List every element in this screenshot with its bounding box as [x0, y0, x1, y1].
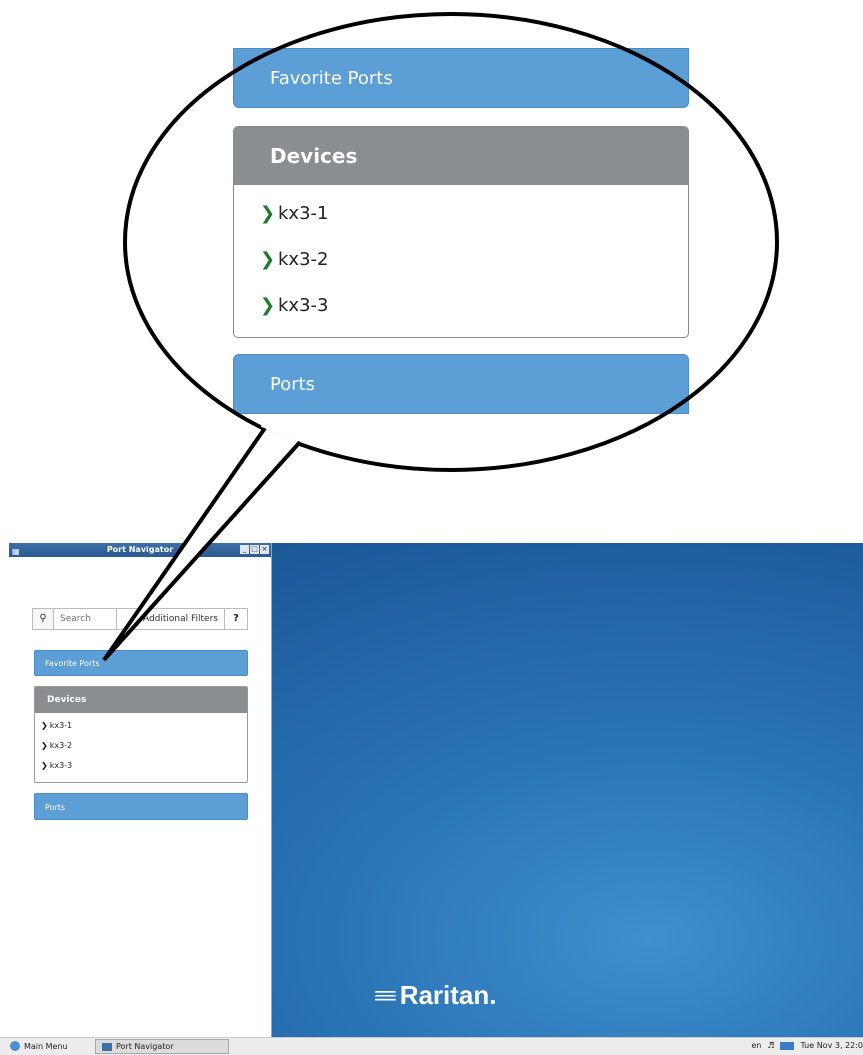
- device-item[interactable]: ❯ kx3-1: [35, 716, 247, 736]
- taskbar: Main Menu Port Navigator en ♬ Tue Nov 3,…: [0, 1037, 863, 1055]
- additional-filters-button[interactable]: Additional Filters: [117, 608, 225, 630]
- clock[interactable]: Tue Nov 3, 22:0: [800, 1041, 863, 1050]
- maximize-button[interactable]: □: [250, 545, 259, 554]
- zoom-callout-panel: Favorite Ports Devices ❯ kx3-1 ❯ kx3-2 ❯ kx…: [233, 48, 689, 414]
- taskbar-item-port-navigator[interactable]: Port Navigator: [95, 1039, 229, 1054]
- chevron-right-icon: ❯: [41, 741, 48, 750]
- search-input[interactable]: [53, 608, 117, 630]
- screen: Favorite Ports Devices ❯ kx3-1 ❯ kx3-2 ❯ kx…: [0, 0, 863, 1055]
- zoom-device-label: kx3-3: [278, 295, 329, 316]
- chevron-right-icon: ❯: [260, 203, 276, 224]
- zoom-device-item: ❯ kx3-3: [234, 283, 688, 329]
- window-controls: _ □ ×: [240, 545, 269, 554]
- chevron-right-icon: ❯: [260, 295, 276, 316]
- zoom-devices-panel: Devices ❯ kx3-1 ❯ kx3-2 ❯ kx3-3: [233, 126, 689, 338]
- main-menu-button[interactable]: Main Menu: [10, 1041, 68, 1051]
- search-toolbar: ⚲ Additional Filters ?: [32, 608, 248, 630]
- devices-list: ❯ kx3-1 ❯ kx3-2 ❯ kx3-3: [35, 713, 247, 776]
- chevron-right-icon: ❯: [260, 249, 276, 270]
- main-menu-icon: [10, 1041, 20, 1051]
- zoom-device-label: kx3-2: [278, 249, 329, 270]
- devices-header[interactable]: Devices: [35, 687, 247, 713]
- raritan-logo-text: Raritan.: [399, 980, 497, 1010]
- favorite-ports-header[interactable]: Favorite Ports: [34, 650, 248, 676]
- help-icon[interactable]: ?: [225, 608, 248, 630]
- zoom-device-item: ❯ kx3-1: [234, 191, 688, 237]
- device-item[interactable]: ❯ kx3-2: [35, 736, 247, 756]
- zoom-devices-list: ❯ kx3-1 ❯ kx3-2 ❯ kx3-3: [234, 191, 688, 337]
- language-indicator[interactable]: en: [751, 1041, 761, 1050]
- window-app-icon: ▦: [12, 547, 20, 556]
- zoom-device-item: ❯ kx3-2: [234, 237, 688, 283]
- window-icon: [102, 1042, 112, 1051]
- zoom-favorite-ports: Favorite Ports: [233, 48, 689, 108]
- raritan-logo-icon: ≡≡: [374, 982, 397, 1008]
- window-titlebar[interactable]: ▦ Port Navigator _ □ ×: [9, 543, 271, 557]
- close-button[interactable]: ×: [260, 545, 269, 554]
- device-label: kx3-2: [49, 741, 73, 750]
- network-icon[interactable]: [780, 1041, 795, 1050]
- minimize-button[interactable]: _: [240, 545, 249, 554]
- raritan-logo: ≡≡ Raritan.: [374, 980, 497, 1011]
- chevron-right-icon: ❯: [41, 721, 48, 730]
- device-label: kx3-1: [49, 721, 73, 730]
- search-icon[interactable]: ⚲: [32, 608, 53, 630]
- device-item[interactable]: ❯ kx3-3: [35, 756, 247, 776]
- system-tray: en ♬ Tue Nov 3, 22:0: [751, 1041, 863, 1050]
- chevron-right-icon: ❯: [41, 761, 48, 770]
- volume-icon[interactable]: ♬: [767, 1041, 774, 1050]
- ports-header[interactable]: Ports: [34, 793, 248, 820]
- zoom-ports: Ports: [233, 354, 689, 414]
- device-label: kx3-3: [49, 761, 73, 770]
- zoom-devices-header: Devices: [234, 127, 688, 185]
- port-navigator-window: ▦ Port Navigator _ □ × ⚲ Additional Filt…: [9, 543, 272, 1037]
- zoom-device-label: kx3-1: [278, 203, 329, 224]
- main-menu-label: Main Menu: [24, 1041, 68, 1051]
- callout-pointer-join: [260, 421, 306, 443]
- devices-panel: Devices ❯ kx3-1 ❯ kx3-2 ❯ kx3-3: [34, 686, 248, 783]
- taskbar-item-label: Port Navigator: [116, 1042, 174, 1051]
- window-title: Port Navigator: [106, 545, 174, 554]
